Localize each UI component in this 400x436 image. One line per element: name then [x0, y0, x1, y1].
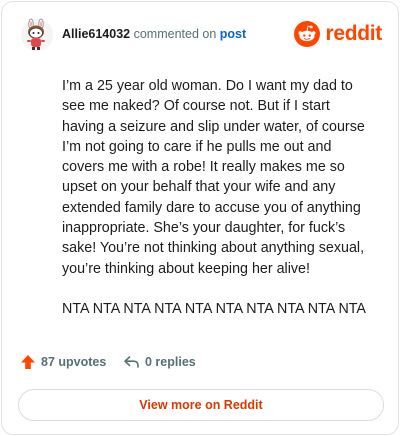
- post-link[interactable]: post: [220, 27, 246, 41]
- upvote-arrow-icon: [21, 355, 35, 369]
- comment-body: I’m a 25 year old woman. Do I want my da…: [62, 76, 374, 339]
- upvote-count: 87 upvotes: [41, 355, 107, 369]
- reply-button[interactable]: 0 replies: [123, 354, 196, 370]
- comment-embed-card: Allie614032 commented on post reddit I’m…: [1, 1, 399, 435]
- reply-count: 0 replies: [145, 355, 196, 369]
- comment-paragraph: I’m a 25 year old woman. Do I want my da…: [62, 78, 365, 277]
- user-avatar[interactable]: [20, 18, 54, 52]
- reddit-wordmark: reddit: [325, 22, 382, 45]
- view-more-button[interactable]: View more on Reddit: [18, 389, 384, 421]
- upvote-button[interactable]: 87 upvotes: [20, 354, 106, 370]
- comment-header: Allie614032 commented on post reddit: [20, 18, 382, 52]
- reddit-snoo-icon: [294, 21, 321, 47]
- reply-arrow-icon: [124, 356, 139, 368]
- comment-meta: Allie614032 commented on post: [62, 27, 246, 41]
- snoo-avatar-icon: [21, 18, 53, 51]
- username[interactable]: Allie614032: [62, 27, 130, 41]
- action-text: commented on: [133, 27, 217, 41]
- comment-paragraph: NTA NTA NTA NTA NTA NTA NTA NTA NTA NTA: [62, 300, 366, 317]
- reddit-logo[interactable]: reddit: [294, 20, 382, 48]
- comment-footer: 87 upvotes 0 replies: [20, 354, 320, 376]
